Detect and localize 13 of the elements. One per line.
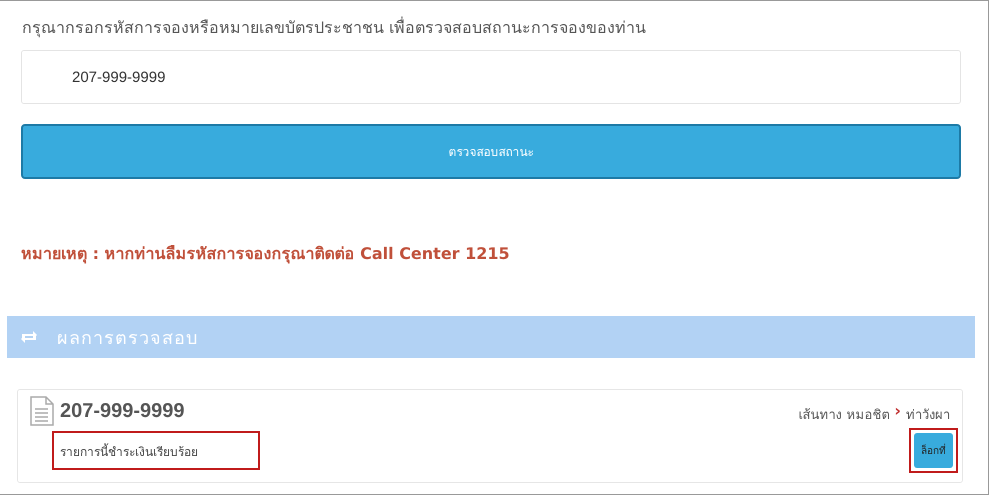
booking-code: 207-999-9999 (60, 400, 185, 422)
route-label: เส้นทาง (798, 406, 842, 424)
results-title: ผลการตรวจสอบ (57, 326, 198, 350)
payment-status: รายการนี้ชำระเงินเรียบร้อย (52, 431, 260, 470)
note-text: หมายเหตุ : หากท่านลืมรหัสการจองกรุณาติดต่อ Call Center 1215 (21, 243, 511, 266)
instruction-text: กรุณากรอกรหัสการจองหรือหมายเลขบัตรประชาชน เพื่อตรวจสอบสถานะการจองของท่าน (22, 16, 648, 40)
repeat-icon (19, 329, 39, 345)
route-destination: ท่าวังผา (906, 406, 950, 424)
route-origin: หมอชิต (846, 406, 890, 424)
document-icon (30, 396, 54, 426)
booking-code-field[interactable]: 207-999-9999 (21, 50, 961, 104)
seat-button[interactable]: ล็อกที่ (914, 433, 953, 468)
chevron-icon: › (894, 404, 901, 424)
